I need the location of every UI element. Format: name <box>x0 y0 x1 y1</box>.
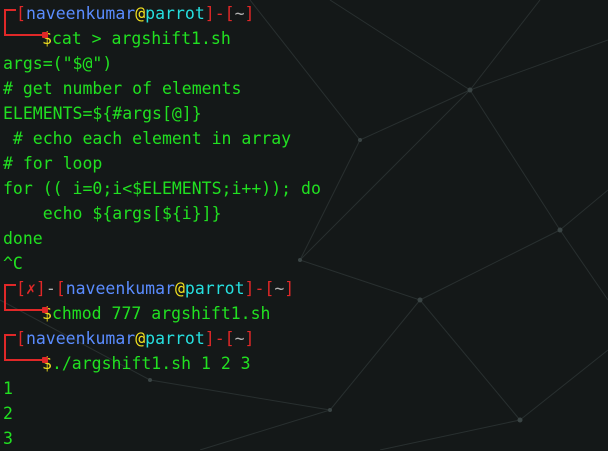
command-text: chmod 777 argshift1.sh <box>51 304 271 323</box>
output-line: 3 <box>3 429 13 448</box>
prompt-line: [naveenkumar@parrot]-[~] <box>3 326 608 351</box>
script-line: done <box>3 229 43 248</box>
prompt-tree-bottom <box>4 22 48 38</box>
command-text: cat > argshift1.sh <box>51 29 231 48</box>
prompt-user: naveenkumar <box>25 4 136 23</box>
script-line: for (( i=0;i<$ELEMENTS;i++)); do <box>3 179 321 198</box>
prompt-at: @ <box>174 279 185 298</box>
prompt-host: parrot <box>145 4 205 23</box>
prompt-dir: ~ <box>234 4 245 23</box>
prompt-dash: - <box>45 279 56 298</box>
prompt-at: @ <box>135 329 146 348</box>
prompt-host: parrot <box>184 279 245 298</box>
script-line: ^C <box>3 254 23 273</box>
prompt-bracket: ] <box>244 4 255 23</box>
exit-status-fail-icon: ✗ <box>25 279 36 298</box>
prompt-line: [✗]-[naveenkumar@parrot]-[~] <box>3 276 608 301</box>
prompt-bracket: ] <box>244 329 255 348</box>
command-text: ./argshift1.sh 1 2 3 <box>51 354 251 373</box>
command-line: $chmod 777 argshift1.sh <box>3 297 608 326</box>
script-line: # for loop <box>3 154 103 173</box>
command-line: $cat > argshift1.sh <box>3 22 608 51</box>
terminal-output[interactable]: [naveenkumar@parrot]-[~] $cat > argshift… <box>3 1 608 451</box>
prompt-at: @ <box>135 4 146 23</box>
output-line: 1 <box>3 379 13 398</box>
prompt-bracket: ] <box>284 279 295 298</box>
prompt-separator: ]-[ <box>244 279 275 298</box>
prompt-user: naveenkumar <box>25 329 136 348</box>
prompt-user: naveenkumar <box>65 279 175 298</box>
script-line: echo ${args[${i}]} <box>3 204 222 223</box>
script-line: ELEMENTS=${#args[@]} <box>3 104 202 123</box>
prompt-bracket: ] <box>35 279 46 298</box>
prompt-separator: ]-[ <box>204 329 235 348</box>
prompt-dir: ~ <box>234 329 245 348</box>
script-line: # echo each element in array <box>3 129 292 148</box>
prompt-bracket: [ <box>55 279 66 298</box>
script-line: # get number of elements <box>3 79 242 98</box>
script-line: args=("$@") <box>3 54 113 73</box>
prompt-separator: ]-[ <box>204 4 235 23</box>
prompt-dir: ~ <box>274 279 285 298</box>
prompt-host: parrot <box>145 329 205 348</box>
prompt-tree-bottom <box>4 347 48 363</box>
command-line: $./argshift1.sh 1 2 3 <box>3 347 608 376</box>
prompt-line: [naveenkumar@parrot]-[~] <box>3 1 608 26</box>
prompt-bracket: [ <box>16 329 26 348</box>
prompt-bracket: [ <box>16 4 26 23</box>
prompt-tree-bottom <box>4 297 48 313</box>
output-line: 2 <box>3 404 13 423</box>
prompt-bracket: [ <box>16 279 26 298</box>
